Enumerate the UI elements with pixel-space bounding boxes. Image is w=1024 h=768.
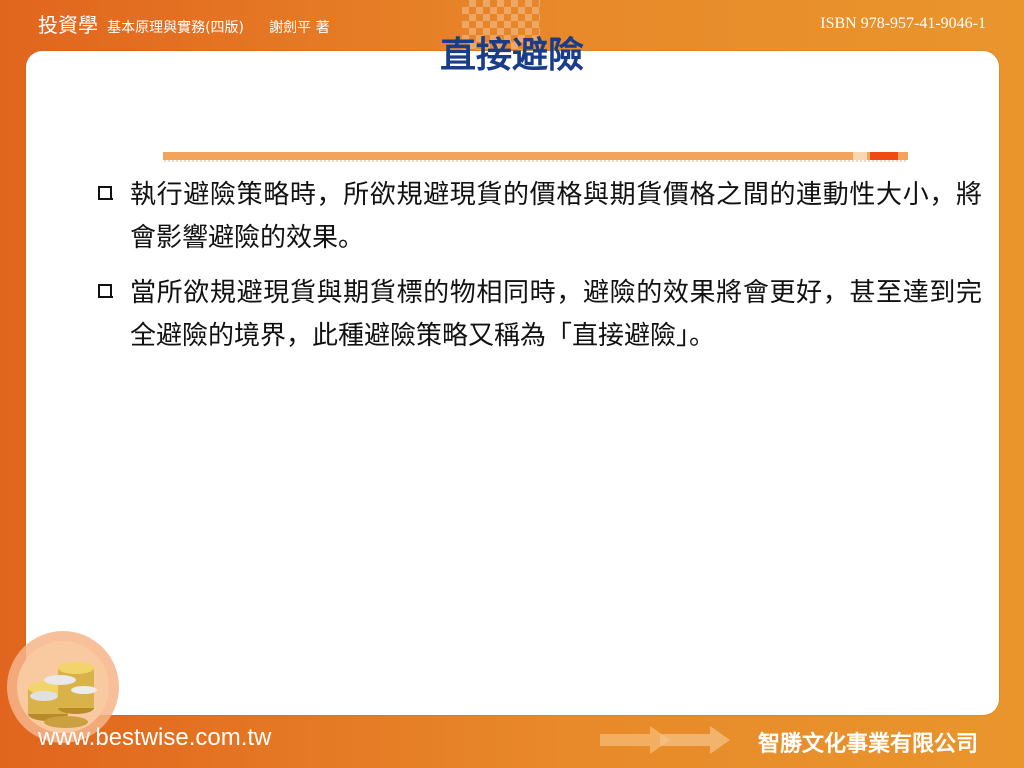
bullet-list: 執行避險策略時，所欲規避現貨的價格與期貨價格之間的連動性大小，將會影響避險的效果… — [96, 174, 982, 370]
title-underline-block-light — [853, 152, 867, 160]
arrow-right-icon — [600, 726, 730, 754]
bullet-text: 執行避險策略時，所欲規避現貨的價格與期貨價格之間的連動性大小，將會影響避險的效果… — [130, 180, 982, 253]
bullet-item: 執行避險策略時，所欲規避現貨的價格與期貨價格之間的連動性大小，將會影響避險的效果… — [96, 174, 982, 260]
slide-title: 直接避險 — [439, 35, 584, 76]
footer-url: www.bestwise.com.tw — [38, 724, 272, 751]
checkbox-square-icon — [98, 284, 113, 298]
slide: 投資學 基本原理與實務(四版) 謝劍平 著 ISBN 978-957-41-90… — [0, 0, 1024, 768]
bullet-item: 當所欲規避現貨與期貨標的物相同時，避險的效果將會更好，甚至達到完全避險的境界，此… — [96, 272, 982, 358]
content-panel — [26, 51, 999, 715]
title-underline-dots — [163, 160, 908, 162]
checkbox-square-icon — [98, 186, 113, 200]
title-underline-bar — [163, 152, 908, 162]
publisher-name: 智勝文化事業有限公司 — [757, 732, 978, 757]
title-underline-block-red — [870, 152, 898, 160]
bullet-text: 當所欲規避現貨與期貨標的物相同時，避險的效果將會更好，甚至達到完全避險的境界，此… — [130, 278, 982, 351]
